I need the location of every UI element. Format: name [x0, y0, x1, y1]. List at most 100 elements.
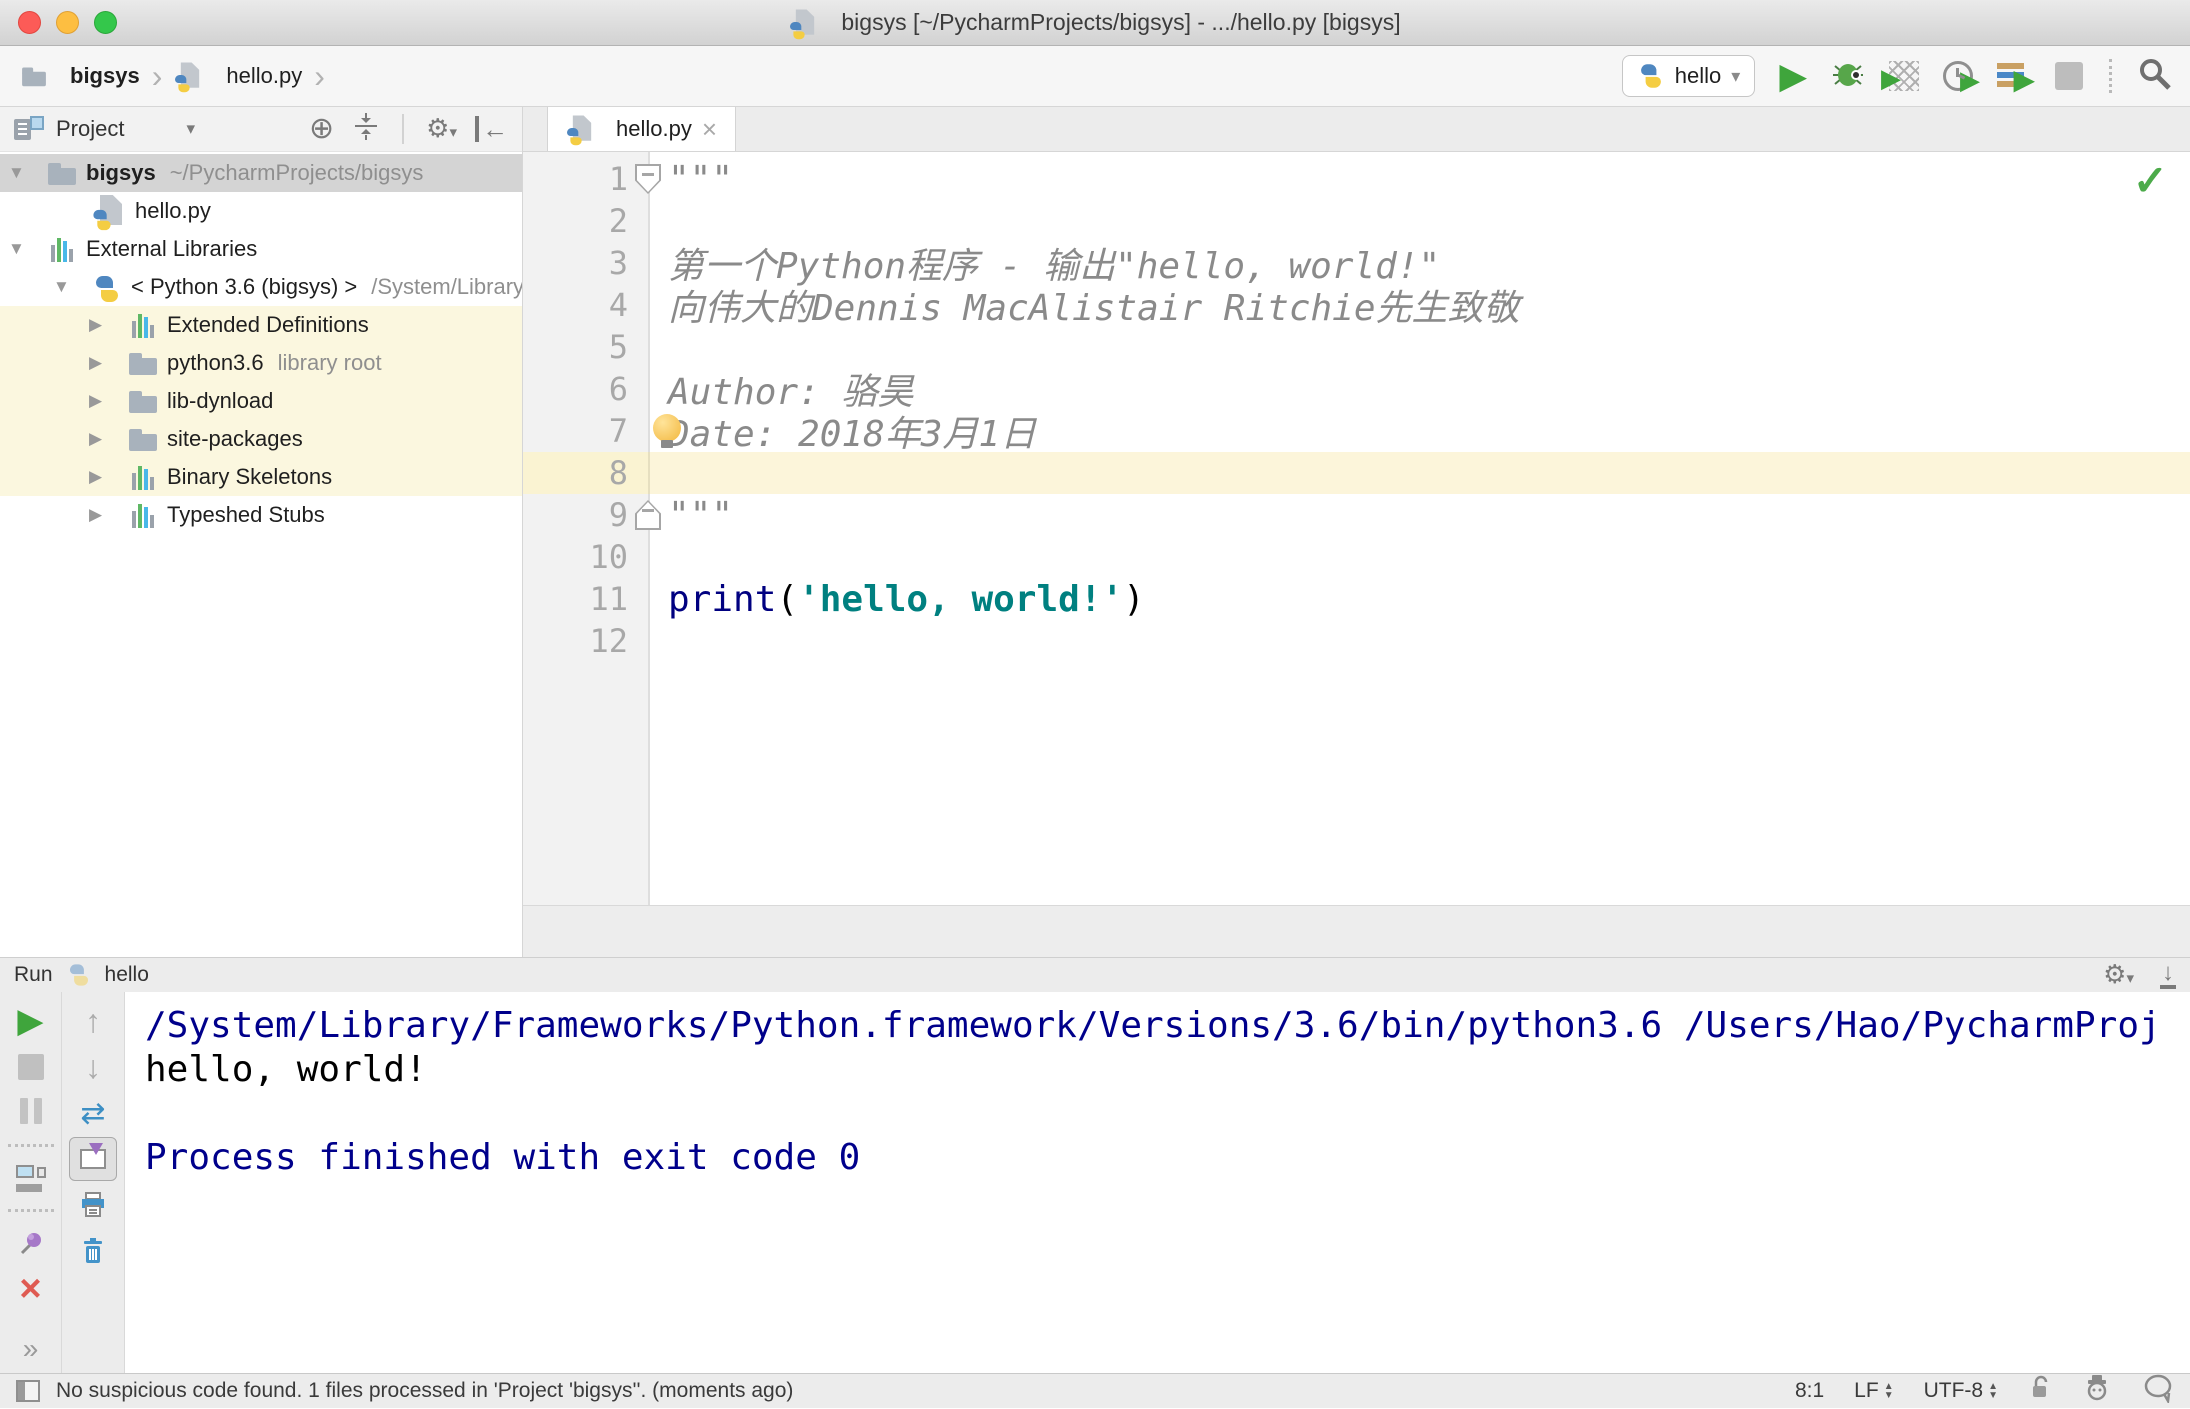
- restore-layout-button[interactable]: [15, 1164, 46, 1192]
- code-line-5[interactable]: 5: [523, 326, 2190, 368]
- line-number: 5: [608, 328, 628, 366]
- main-area: Project ▾ ⊕ ⚙▾ ← ▼ bigsys ~/PycharmProje…: [0, 107, 2190, 957]
- tree-item-external-libraries[interactable]: ▼ External Libraries: [0, 230, 522, 268]
- folder-icon: [127, 385, 159, 417]
- expand-arrow-icon[interactable]: ▶: [89, 429, 127, 449]
- scroll-to-end-button[interactable]: [69, 1137, 117, 1181]
- hide-run-panel-button[interactable]: ↓: [2160, 961, 2176, 989]
- run-configuration-select[interactable]: hello ▾: [1621, 55, 1756, 97]
- chevron-right-icon: ›: [151, 57, 163, 94]
- code-line-9[interactable]: 9 """: [523, 494, 2190, 536]
- run-settings-button[interactable]: ⚙▾: [2103, 961, 2134, 989]
- soft-wrap-button[interactable]: ⇄: [80, 1096, 105, 1131]
- project-panel-title[interactable]: Project: [56, 116, 124, 142]
- tree-item-binary-skeletons[interactable]: ▶ Binary Skeletons: [0, 458, 522, 496]
- profile-button[interactable]: ▶: [1943, 61, 1980, 95]
- tree-item-extended-definitions[interactable]: ▶ Extended Definitions: [0, 306, 522, 344]
- tree-item-typeshed-stubs[interactable]: ▶ Typeshed Stubs: [0, 496, 522, 534]
- breadcrumb-file[interactable]: hello.py: [226, 63, 302, 89]
- settings-button[interactable]: ⚙▾: [426, 115, 457, 143]
- updown-arrows-icon: ▲ ▼: [1988, 1381, 1998, 1401]
- code-line-6[interactable]: 6 Author: 骆昊: [523, 368, 2190, 413]
- expand-arrow-icon[interactable]: ▶: [89, 467, 127, 487]
- chevron-right-icon: ›: [314, 57, 325, 94]
- tab-hello-py[interactable]: hello.py ×: [547, 107, 737, 151]
- highlighting-level-button[interactable]: [2082, 1373, 2112, 1409]
- search-everywhere-button[interactable]: [2138, 57, 2172, 96]
- code-token: ): [1123, 578, 1145, 620]
- pin-tab-button[interactable]: [0, 1220, 61, 1266]
- code-line-12[interactable]: 12: [523, 620, 2190, 662]
- encoding-widget[interactable]: UTF-8 ▲ ▼: [1924, 1379, 1998, 1403]
- editor-body[interactable]: 1 """ 2 3 第一个Python程序 - 输出"hello, world!" 4 向伟…: [523, 152, 2190, 905]
- console-line: /System/Library/Frameworks/Python.framew…: [145, 1005, 2161, 1046]
- caret-position-widget[interactable]: 8:1: [1795, 1379, 1824, 1403]
- tree-item-site-packages[interactable]: ▶ site-packages: [0, 420, 522, 458]
- run-panel-tab[interactable]: hello: [105, 963, 149, 987]
- code-line-10[interactable]: 10: [523, 536, 2190, 578]
- fold-marker-icon[interactable]: [635, 164, 661, 194]
- run-panel-body: ▶ × » ↑ ↓ ⇄ /System/Library/Frameworks/P…: [0, 992, 2190, 1373]
- collapse-all-button[interactable]: [352, 112, 380, 146]
- collapse-arrow-icon[interactable]: ▼: [8, 163, 46, 183]
- expand-arrow-icon[interactable]: ▶: [89, 505, 127, 525]
- expand-arrow-icon[interactable]: ▶: [89, 353, 127, 373]
- code-line-1[interactable]: 1 """: [523, 158, 2190, 200]
- editor-lines: 1 """ 2 3 第一个Python程序 - 输出"hello, world!" 4 向伟…: [523, 158, 2190, 662]
- code-line-3[interactable]: 3 第一个Python程序 - 输出"hello, world!": [523, 242, 2190, 287]
- clear-all-button[interactable]: [62, 1228, 124, 1274]
- tree-item-bigsys[interactable]: ▼ bigsys ~/PycharmProjects/bigsys: [0, 154, 522, 192]
- code-line-11[interactable]: 11 print('hello, world!'): [523, 578, 2190, 620]
- run-console-output[interactable]: /System/Library/Frameworks/Python.framew…: [125, 992, 2190, 1373]
- tree-item-python-3.6-bigsys[interactable]: ▼ < Python 3.6 (bigsys) > /System/Library/…: [0, 268, 522, 306]
- chevron-down-icon: ▾: [1731, 65, 1741, 86]
- event-log-button[interactable]: [2142, 1373, 2174, 1409]
- stop-button[interactable]: [2055, 62, 2083, 90]
- tree-item-hello.py[interactable]: hello.py: [0, 192, 522, 231]
- rerun-button[interactable]: ▶: [17, 1001, 43, 1041]
- expand-arrow-icon[interactable]: ▶: [89, 391, 127, 411]
- collapse-arrow-icon[interactable]: ▼: [8, 239, 46, 259]
- prev-trace-button[interactable]: ↑: [85, 1003, 101, 1040]
- code-token: (: [776, 578, 799, 620]
- collapse-arrow-icon[interactable]: ▼: [53, 277, 91, 297]
- next-trace-button[interactable]: ↓: [85, 1049, 101, 1086]
- toolbar-dotted-separator: [7, 1209, 54, 1212]
- locate-file-button[interactable]: ⊕: [309, 114, 334, 144]
- code-line-4[interactable]: 4 向伟大的Dennis MacAlistair Ritchie先生致敬: [523, 284, 2190, 329]
- debug-button[interactable]: [1831, 58, 1865, 95]
- expand-arrow-icon[interactable]: ▶: [89, 315, 127, 335]
- readonly-toggle-button[interactable]: [2028, 1374, 2052, 1408]
- run-button[interactable]: ▶: [1779, 58, 1807, 94]
- run-with-coverage-button[interactable]: ▶: [1881, 61, 1919, 93]
- concurrency-diagram-button[interactable]: ▶: [1997, 62, 2035, 95]
- close-panel-button[interactable]: ×: [19, 1268, 41, 1311]
- library-icon: [127, 461, 159, 493]
- trash-icon: [84, 1238, 102, 1263]
- code-token: """: [668, 494, 734, 536]
- play-icon: ▶: [1881, 63, 1901, 93]
- intention-bulb-icon[interactable]: [653, 414, 683, 448]
- zoom-window-button[interactable]: [94, 11, 117, 34]
- breadcrumb-project[interactable]: bigsys: [70, 63, 140, 89]
- hide-panel-button[interactable]: ←: [475, 116, 508, 142]
- tree-item-label: site-packages: [167, 426, 303, 451]
- print-button[interactable]: [62, 1182, 124, 1228]
- fold-marker-icon[interactable]: [635, 500, 661, 530]
- tree-item-lib-dynload[interactable]: ▶ lib-dynload: [0, 382, 522, 420]
- inspections-ok-icon[interactable]: ✓: [2133, 156, 2168, 205]
- chevron-down-icon[interactable]: ▾: [186, 119, 195, 139]
- pause-output-button[interactable]: [17, 1097, 45, 1129]
- code-line-2[interactable]: 2: [523, 200, 2190, 242]
- minimize-window-button[interactable]: [56, 11, 79, 34]
- line-ending-widget[interactable]: LF ▲ ▼: [1854, 1379, 1893, 1403]
- close-tab-icon[interactable]: ×: [702, 114, 717, 145]
- code-line-8[interactable]: 8: [523, 452, 2190, 494]
- close-window-button[interactable]: [18, 11, 41, 34]
- more-actions-button[interactable]: »: [23, 1333, 39, 1365]
- tree-item-python3.6[interactable]: ▶ python3.6 library root: [0, 344, 522, 382]
- code-line-7[interactable]: 7 Date: 2018年3月1日: [523, 410, 2190, 455]
- project-tree: ▼ bigsys ~/PycharmProjects/bigsys hello.py ▼…: [0, 152, 522, 957]
- stop-process-button[interactable]: [17, 1054, 44, 1080]
- toggle-tool-buttons-icon[interactable]: [16, 1380, 40, 1402]
